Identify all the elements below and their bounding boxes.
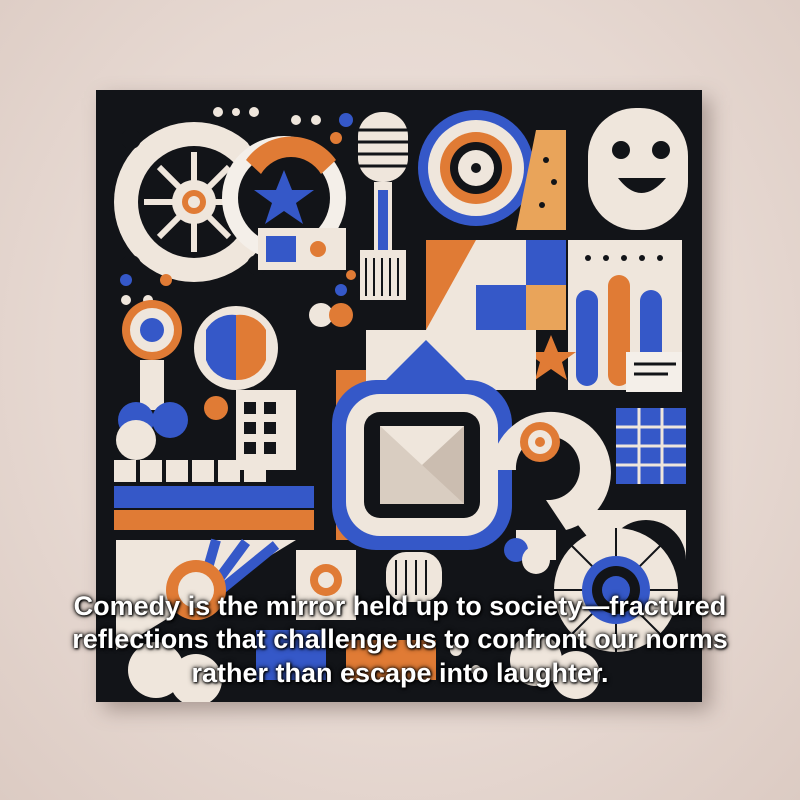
- caption-quote: Comedy is the mirror held up to society—…: [72, 591, 728, 688]
- chevron-tile-icon: [568, 240, 682, 392]
- smiley-face-icon: [588, 108, 688, 230]
- vinyl-record-icon: [418, 110, 566, 230]
- microphone-icon: [358, 112, 408, 300]
